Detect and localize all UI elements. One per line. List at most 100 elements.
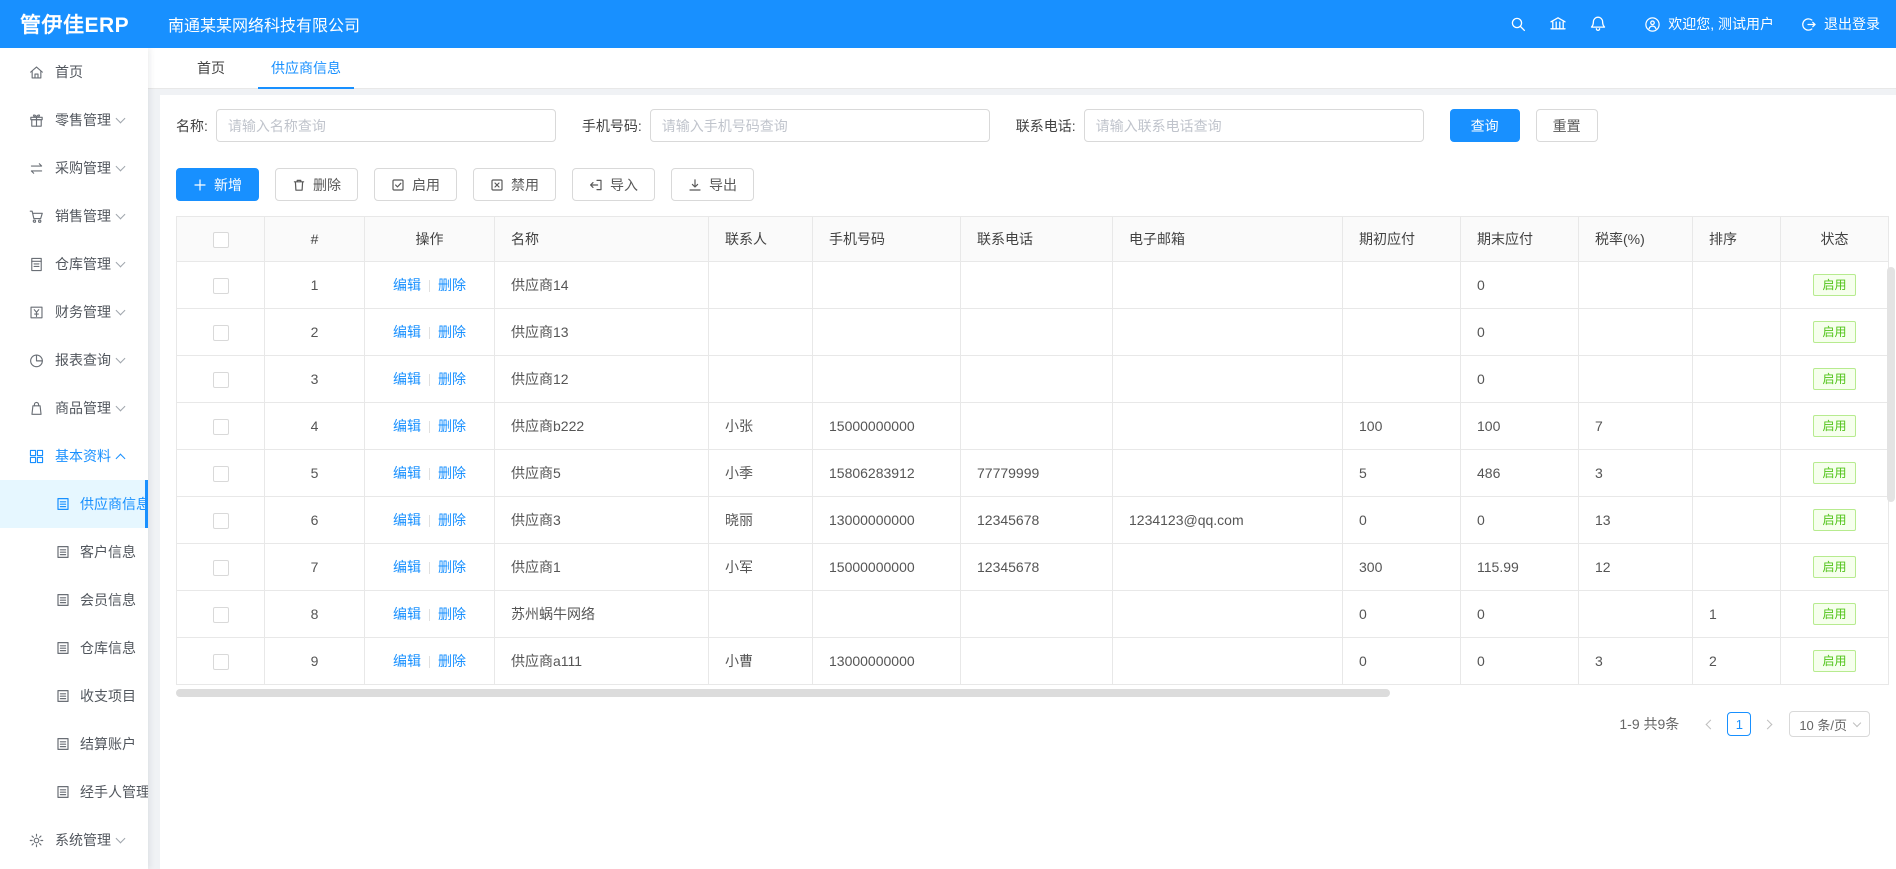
- status-badge: 启用: [1813, 650, 1855, 672]
- export-button[interactable]: 导出: [671, 168, 754, 201]
- cell-index: 3: [265, 356, 365, 403]
- sidebar-item-customer-info[interactable]: 客户信息: [0, 528, 148, 576]
- page-size-select[interactable]: 10 条/页: [1789, 711, 1870, 737]
- edit-link[interactable]: 编辑: [393, 277, 421, 293]
- delete-button[interactable]: 删除: [275, 168, 358, 201]
- vertical-scrollbar[interactable]: [1887, 267, 1895, 502]
- edit-link[interactable]: 编辑: [393, 653, 421, 669]
- edit-link[interactable]: 编辑: [393, 465, 421, 481]
- prev-page-button[interactable]: [1697, 712, 1721, 736]
- edit-link[interactable]: 编辑: [393, 371, 421, 387]
- row-checkbox[interactable]: [213, 278, 229, 294]
- cell-tax: 3: [1579, 638, 1693, 685]
- query-button[interactable]: 查询: [1450, 109, 1520, 142]
- sidebar-item-goods[interactable]: 商品管理: [0, 384, 148, 432]
- tab-home[interactable]: 首页: [184, 48, 238, 89]
- logout-button[interactable]: 退出登录: [1800, 14, 1880, 34]
- col-name: 名称: [495, 217, 709, 262]
- sidebar-item-sales[interactable]: 销售管理: [0, 192, 148, 240]
- add-button[interactable]: 新增: [176, 168, 259, 201]
- cell-email: [1113, 544, 1343, 591]
- cell-tel: 12345678: [961, 497, 1113, 544]
- row-checkbox[interactable]: [213, 466, 229, 482]
- report-icon: [28, 352, 45, 369]
- bank-icon[interactable]: [1538, 0, 1578, 48]
- table-row: 8 编辑删除 苏州蜗牛网络 0 0 1 启用: [177, 591, 1889, 638]
- row-checkbox[interactable]: [213, 372, 229, 388]
- row-checkbox[interactable]: [213, 513, 229, 529]
- cell-index: 9: [265, 638, 365, 685]
- sidebar-item-warehouse[interactable]: 仓库管理: [0, 240, 148, 288]
- sidebar-item-warehouse-info[interactable]: 仓库信息: [0, 624, 148, 672]
- delete-link[interactable]: 删除: [438, 324, 466, 340]
- cell-index: 6: [265, 497, 365, 544]
- row-checkbox[interactable]: [213, 560, 229, 576]
- divider: [429, 515, 430, 527]
- tab-supplier-info[interactable]: 供应商信息: [258, 48, 354, 89]
- cell-name: 供应商b222: [495, 403, 709, 450]
- cell-begin-payable: 100: [1343, 403, 1461, 450]
- delete-link[interactable]: 删除: [438, 465, 466, 481]
- disable-button[interactable]: 禁用: [473, 168, 556, 201]
- chevron-right-icon: [1763, 719, 1773, 729]
- cell-mobile: 13000000000: [813, 497, 961, 544]
- divider: [429, 609, 430, 621]
- cell-index: 5: [265, 450, 365, 497]
- sidebar-item-member-info[interactable]: 会员信息: [0, 576, 148, 624]
- bell-icon[interactable]: [1578, 0, 1618, 48]
- sidebar-item-income-expense[interactable]: 收支项目: [0, 672, 148, 720]
- page-number[interactable]: 1: [1727, 712, 1751, 736]
- tel-input[interactable]: [1084, 109, 1424, 142]
- mobile-input[interactable]: [650, 109, 990, 142]
- delete-link[interactable]: 删除: [438, 559, 466, 575]
- import-button[interactable]: 导入: [572, 168, 655, 201]
- cell-mobile: [813, 309, 961, 356]
- row-checkbox[interactable]: [213, 607, 229, 623]
- row-checkbox[interactable]: [213, 325, 229, 341]
- delete-link[interactable]: 删除: [438, 371, 466, 387]
- next-page-button[interactable]: [1757, 712, 1781, 736]
- name-input[interactable]: [216, 109, 556, 142]
- sidebar-item-basedata[interactable]: 基本资料: [0, 432, 148, 480]
- sidebar-item-retail[interactable]: 零售管理: [0, 96, 148, 144]
- select-all-checkbox[interactable]: [213, 232, 229, 248]
- edit-link[interactable]: 编辑: [393, 324, 421, 340]
- edit-link[interactable]: 编辑: [393, 418, 421, 434]
- cell-tel: [961, 356, 1113, 403]
- edit-link[interactable]: 编辑: [393, 512, 421, 528]
- tab-bar: 首页 供应商信息: [148, 48, 1896, 89]
- basedata-icon: [28, 448, 45, 465]
- cell-begin-payable: 300: [1343, 544, 1461, 591]
- delete-link[interactable]: 删除: [438, 606, 466, 622]
- enable-button[interactable]: 启用: [374, 168, 457, 201]
- user-menu[interactable]: 欢迎您, 测试用户: [1644, 14, 1774, 34]
- user-icon: [1644, 16, 1661, 33]
- cell-tax: 13: [1579, 497, 1693, 544]
- row-checkbox[interactable]: [213, 419, 229, 435]
- row-checkbox[interactable]: [213, 654, 229, 670]
- delete-link[interactable]: 删除: [438, 653, 466, 669]
- status-badge: 启用: [1813, 603, 1855, 625]
- cell-name: 供应商1: [495, 544, 709, 591]
- search-icon[interactable]: [1498, 0, 1538, 48]
- delete-link[interactable]: 删除: [438, 418, 466, 434]
- table-row: 9 编辑删除 供应商a111 小曹 13000000000 0 0 3 2 启用: [177, 638, 1889, 685]
- edit-link[interactable]: 编辑: [393, 606, 421, 622]
- sidebar-item-settlement-account[interactable]: 结算账户: [0, 720, 148, 768]
- cell-begin-payable: [1343, 262, 1461, 309]
- delete-link[interactable]: 删除: [438, 277, 466, 293]
- edit-link[interactable]: 编辑: [393, 559, 421, 575]
- sidebar-item-finance[interactable]: 财务管理: [0, 288, 148, 336]
- horizontal-scrollbar[interactable]: [176, 689, 1390, 697]
- sidebar-item-handler-manage[interactable]: 经手人管理: [0, 768, 148, 816]
- sidebar-item-home[interactable]: 首页: [0, 48, 148, 96]
- delete-link[interactable]: 删除: [438, 512, 466, 528]
- doc-icon: [56, 785, 70, 799]
- cell-index: 2: [265, 309, 365, 356]
- sidebar-item-report[interactable]: 报表查询: [0, 336, 148, 384]
- sidebar-item-purchase[interactable]: 采购管理: [0, 144, 148, 192]
- sidebar-item-supplier-info[interactable]: 供应商信息: [0, 480, 148, 528]
- goods-icon: [28, 400, 45, 417]
- sidebar-item-system[interactable]: 系统管理: [0, 816, 148, 864]
- reset-button[interactable]: 重置: [1536, 109, 1598, 142]
